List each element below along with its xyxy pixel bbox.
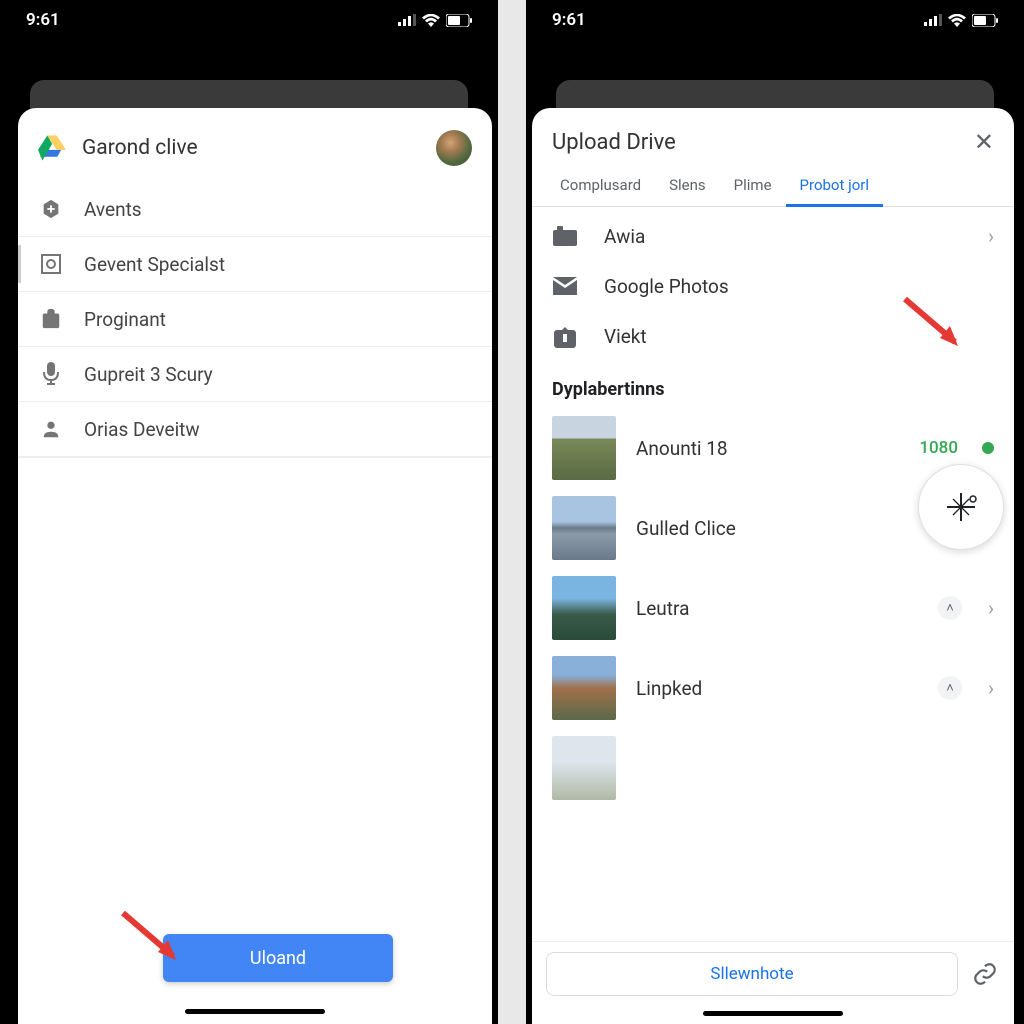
- upload-tabs: Complusard Slens Plime Probot jorl: [532, 166, 1014, 207]
- menu-item-orias[interactable]: Orias Deveitw: [18, 402, 492, 457]
- upload-header: Upload Drive ✕: [532, 108, 1014, 166]
- card-icon: [552, 223, 578, 249]
- status-bar: 9:61: [0, 0, 498, 40]
- tab-probot[interactable]: Probot jorl: [786, 166, 883, 207]
- upload-button-label: Uloand: [250, 948, 306, 969]
- file-thumbnail: [552, 576, 616, 640]
- status-time: 9:61: [552, 10, 586, 30]
- status-time: 9:61: [26, 10, 60, 30]
- battery-icon: [972, 14, 998, 27]
- file-thumbnail: [552, 736, 616, 800]
- drive-logo-icon: [38, 135, 66, 161]
- menu-label: Gevent Specialst: [84, 253, 225, 276]
- account-name: Garond clive: [82, 136, 420, 160]
- source-label: Viekt: [604, 325, 994, 348]
- file-label: Gulled Clice: [636, 517, 918, 540]
- chevron-right-icon: ›: [988, 224, 994, 248]
- link-icon[interactable]: [970, 959, 1000, 989]
- source-list: Awia › Google Photos Viekt: [532, 207, 1014, 365]
- file-item-leutra[interactable]: Leutra ˄ ›: [532, 568, 1014, 648]
- chevron-up-icon[interactable]: ˄: [938, 676, 962, 700]
- source-viekt[interactable]: Viekt: [532, 311, 1014, 361]
- source-google-photos[interactable]: Google Photos: [532, 261, 1014, 311]
- upload-sheet: Upload Drive ✕ Complusard Slens Plime Pr…: [532, 108, 1014, 1024]
- signal-icon: [924, 14, 942, 26]
- status-icons: [398, 14, 472, 27]
- drive-sheet: Garond clive Avents Gevent Specialst Pro…: [18, 108, 492, 1024]
- signal-icon: [398, 14, 416, 26]
- file-label: Leutra: [636, 597, 918, 620]
- bottom-bar: Sllewnhote: [532, 941, 1014, 1024]
- plus-badge-icon: [38, 196, 64, 222]
- chevron-right-icon: ›: [988, 676, 994, 700]
- upload-title: Upload Drive: [552, 130, 974, 155]
- home-indicator: [185, 1009, 325, 1014]
- menu-item-avents[interactable]: Avents: [18, 182, 492, 236]
- wifi-icon: [948, 14, 966, 27]
- menu-item-gupreit[interactable]: Gupreit 3 Scury: [18, 347, 492, 402]
- menu-label: Proginant: [84, 308, 166, 331]
- battery-icon: [446, 14, 472, 27]
- menu-label: Gupreit 3 Scury: [84, 363, 213, 386]
- crosshair-plus-icon: [943, 489, 979, 525]
- file-item-partial[interactable]: [532, 728, 1014, 808]
- chevron-up-icon[interactable]: ˄: [938, 596, 962, 620]
- upload-button[interactable]: Uloand: [163, 934, 393, 982]
- avatar[interactable]: [436, 130, 472, 166]
- file-thumbnail: [552, 416, 616, 480]
- file-label: Anounti 18: [636, 437, 899, 460]
- file-label: Linpked: [636, 677, 918, 700]
- close-icon[interactable]: ✕: [974, 128, 994, 156]
- sheet-header: Garond clive: [18, 108, 492, 182]
- backpack-icon: [38, 306, 64, 332]
- square-target-icon: [38, 251, 64, 277]
- menu-item-proginant[interactable]: Proginant: [18, 292, 492, 347]
- envelope-icon: [552, 273, 578, 299]
- select-button[interactable]: Sllewnhote: [546, 952, 958, 996]
- section-heading: Dyplabertinns: [532, 365, 1014, 408]
- tab-slens[interactable]: Slens: [655, 166, 720, 206]
- microphone-icon: [38, 361, 64, 387]
- home-indicator: [703, 1011, 843, 1016]
- source-label: Awia: [604, 225, 962, 248]
- phone-right: 9:61 Upload Drive ✕ Complusard Slens Pli…: [526, 0, 1024, 1024]
- select-button-label: Sllewnhote: [710, 964, 793, 984]
- fab-add-button[interactable]: [918, 464, 1004, 550]
- upload-box-icon: [552, 323, 578, 349]
- menu-item-gevent[interactable]: Gevent Specialst: [18, 237, 492, 292]
- person-icon: [38, 416, 64, 442]
- status-icons: [924, 14, 998, 27]
- phone-left: 9:61 Garond clive Avents Gevent Spe: [0, 0, 498, 1024]
- chevron-right-icon: ›: [988, 596, 994, 620]
- file-status-count: 1080: [919, 438, 958, 458]
- status-dot-icon: [982, 442, 994, 454]
- file-thumbnail: [552, 656, 616, 720]
- wifi-icon: [422, 14, 440, 27]
- status-bar: 9:61: [526, 0, 1024, 40]
- menu-label: Avents: [84, 198, 142, 221]
- file-item-linpked[interactable]: Linpked ˄ ›: [532, 648, 1014, 728]
- file-thumbnail: [552, 496, 616, 560]
- source-awia[interactable]: Awia ›: [532, 211, 1014, 261]
- tab-complusard[interactable]: Complusard: [546, 166, 655, 206]
- source-label: Google Photos: [604, 275, 994, 298]
- tab-plime[interactable]: Plime: [720, 166, 786, 206]
- menu-label: Orias Deveitw: [84, 418, 200, 441]
